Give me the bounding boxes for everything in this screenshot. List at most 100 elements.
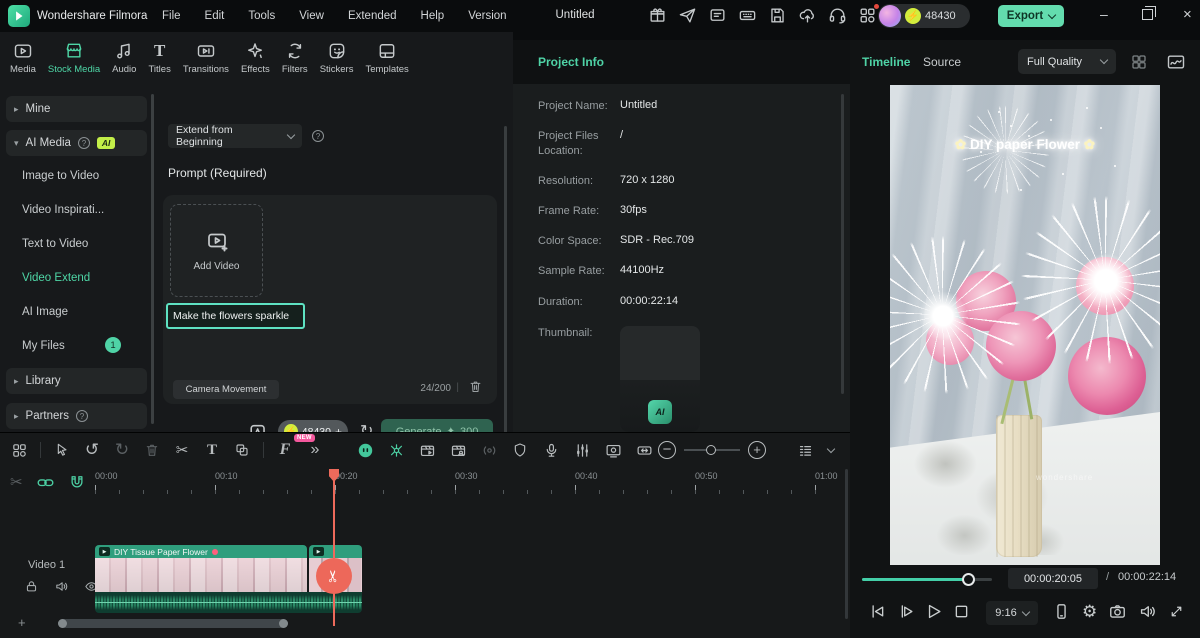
extend-mode-dropdown[interactable]: Extend from Beginning: [168, 124, 302, 148]
scrollbar-left-handle[interactable]: [58, 619, 67, 628]
content-scrollbar[interactable]: [504, 126, 507, 446]
device-preview-icon[interactable]: [1052, 602, 1071, 621]
prompt-input[interactable]: Make the flowers sparkle: [166, 303, 305, 329]
shortcut-keyboard-icon[interactable]: [738, 6, 757, 25]
tab-timeline[interactable]: Timeline: [862, 55, 910, 69]
track-lock-icon[interactable]: [24, 579, 39, 594]
snapshot-camera-icon[interactable]: [1108, 602, 1127, 621]
split-screen-icon[interactable]: [414, 437, 440, 463]
gift-icon[interactable]: [648, 6, 667, 25]
menu-file[interactable]: File: [162, 10, 181, 22]
minimize-button[interactable]: –: [1100, 6, 1108, 22]
support-headset-icon[interactable]: [828, 6, 847, 25]
tab-transitions[interactable]: Transitions: [177, 35, 235, 81]
zoom-out-icon[interactable]: −: [658, 441, 676, 459]
timeline-h-scrollbar[interactable]: [58, 619, 288, 628]
multi-view-icon[interactable]: [1130, 53, 1148, 71]
menu-extended[interactable]: Extended: [348, 10, 397, 22]
tab-templates[interactable]: Templates: [359, 35, 414, 81]
link-clips-icon[interactable]: [36, 473, 55, 492]
seek-bar[interactable]: [862, 578, 992, 581]
next-frame-button[interactable]: [896, 602, 915, 621]
export-button[interactable]: Export: [998, 5, 1064, 27]
scene-detect-icon[interactable]: [445, 437, 471, 463]
sidebar-item-ai-image[interactable]: AI Image: [22, 306, 68, 318]
sidebar-group-ai-media[interactable]: ▾ AI Media ? AI: [6, 130, 147, 156]
toolbar-panel-layout-icon[interactable]: [6, 437, 32, 463]
cloud-upload-icon[interactable]: [798, 6, 817, 25]
video-preview[interactable]: ✿ DIY paper Flower ✿ wondershare: [890, 85, 1160, 565]
clear-prompt-trash-icon[interactable]: [468, 379, 483, 394]
audio-mixer-icon[interactable]: [569, 437, 595, 463]
tab-stock-media[interactable]: Stock Media: [42, 35, 106, 81]
fullscreen-icon[interactable]: [1168, 603, 1185, 620]
sidebar-group-partners[interactable]: ▸ Partners ?: [6, 403, 147, 429]
timeline-zoom-slider[interactable]: [684, 449, 740, 451]
camera-movement-button[interactable]: Camera Movement: [173, 380, 279, 399]
delete-icon[interactable]: [139, 437, 165, 463]
sidebar-item-video-extend[interactable]: Video Extend: [22, 272, 90, 284]
crop-mask-icon[interactable]: [229, 437, 255, 463]
seek-handle[interactable]: [962, 573, 975, 586]
clip-header-extended[interactable]: ▶: [309, 545, 362, 558]
tab-source[interactable]: Source: [923, 55, 961, 69]
sidebar-item-text-to-video[interactable]: Text to Video: [22, 238, 88, 250]
undo-icon[interactable]: ↺: [79, 437, 105, 463]
aspect-ratio-dropdown[interactable]: 9:16: [986, 601, 1038, 625]
playback-settings-icon[interactable]: ⚙: [1082, 602, 1097, 621]
select-tool-icon[interactable]: [49, 437, 75, 463]
clip-header[interactable]: ▶ DIY Tissue Paper Flower: [95, 545, 307, 558]
tab-titles[interactable]: TTitles: [142, 35, 176, 81]
sidebar-group-mine[interactable]: ▸ Mine: [6, 96, 147, 122]
text-tool-icon[interactable]: T: [199, 437, 225, 463]
save-icon[interactable]: [768, 6, 787, 25]
tab-effects[interactable]: Effects: [235, 35, 276, 81]
sidebar-item-video-inspiration[interactable]: Video Inspirati...: [22, 204, 104, 216]
previous-frame-button[interactable]: [868, 602, 887, 621]
project-info-scrollbar[interactable]: [841, 94, 844, 394]
add-video-dropzone[interactable]: Add Video: [170, 204, 263, 297]
scopes-icon[interactable]: [1166, 52, 1186, 72]
add-track-plus[interactable]: +: [18, 615, 26, 630]
avatar[interactable]: [879, 5, 901, 27]
restore-button[interactable]: [1142, 9, 1153, 20]
split-at-playhead-button[interactable]: ✂: [316, 558, 352, 594]
credits-pill[interactable]: ⚡ 48430: [878, 4, 970, 28]
sidebar-item-image-to-video[interactable]: Image to Video: [22, 170, 99, 182]
tab-audio[interactable]: Audio: [106, 35, 142, 81]
zoom-slider-handle[interactable]: [706, 445, 716, 455]
split-scissors-icon[interactable]: ✂: [169, 437, 195, 463]
feedback-icon[interactable]: [708, 6, 727, 25]
close-button[interactable]: ×: [1183, 6, 1192, 23]
menu-help[interactable]: Help: [421, 10, 445, 22]
help-icon[interactable]: ?: [76, 410, 88, 422]
shield-denoise-icon[interactable]: [507, 437, 533, 463]
menu-view[interactable]: View: [299, 10, 324, 22]
voiceover-mic-icon[interactable]: [538, 437, 564, 463]
current-time-box[interactable]: 00:00:20:05: [1008, 568, 1098, 589]
volume-icon[interactable]: [1138, 602, 1157, 621]
menu-version[interactable]: Version: [468, 10, 506, 22]
tab-filters[interactable]: Filters: [276, 35, 314, 81]
sidebar-item-my-files[interactable]: My Files: [22, 340, 65, 352]
menu-edit[interactable]: Edit: [205, 10, 225, 22]
timeline-ruler[interactable]: 00:00 00:10 00:20 00:30 00:40 00:50 01:0…: [95, 471, 825, 497]
prompt-area[interactable]: Add Video Make the flowers sparkle Camer…: [163, 195, 497, 404]
tab-media[interactable]: Media: [4, 35, 42, 81]
track-mute-icon[interactable]: [54, 579, 69, 594]
record-icon[interactable]: [476, 437, 502, 463]
sidebar-group-library[interactable]: ▸ Library: [6, 368, 147, 394]
screen-record-icon[interactable]: [600, 437, 626, 463]
menu-tools[interactable]: Tools: [248, 10, 275, 22]
track-manager-icon[interactable]: [792, 437, 818, 463]
playhead-line[interactable]: [333, 469, 335, 626]
redo-icon[interactable]: ↻: [109, 437, 135, 463]
snap-magnet-icon[interactable]: [68, 473, 86, 491]
play-button[interactable]: [924, 602, 943, 621]
share-icon[interactable]: [678, 6, 697, 25]
apps-grid-button[interactable]: [858, 6, 877, 25]
timeline-v-scrollbar[interactable]: [845, 469, 848, 619]
ai-copilot-icon[interactable]: [352, 437, 378, 463]
scrollbar-right-handle[interactable]: [279, 619, 288, 628]
tab-stickers[interactable]: Stickers: [314, 35, 360, 81]
